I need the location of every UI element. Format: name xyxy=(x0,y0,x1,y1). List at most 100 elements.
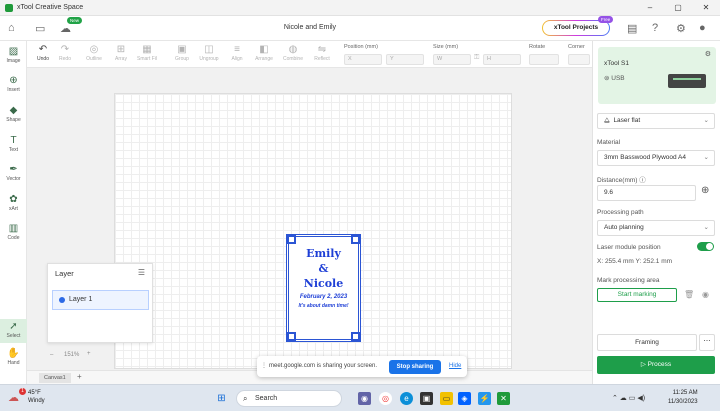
usb-icon: ⊚ xyxy=(604,75,610,82)
app-logo-icon xyxy=(5,3,13,12)
arrange-button[interactable]: ◧ Arrange xyxy=(252,44,276,62)
device-image xyxy=(668,74,706,88)
stop-sharing-button[interactable]: Stop sharing xyxy=(389,360,441,374)
start-marking-button[interactable]: Start marking xyxy=(597,288,677,302)
corner-input[interactable] xyxy=(568,54,590,65)
layer-menu-icon[interactable]: ☰ xyxy=(138,268,145,277)
tool-vector[interactable]: ✒ Vector xyxy=(0,164,27,182)
combine-button[interactable]: ◍ Combine xyxy=(281,44,305,62)
insert-icon: ⊕ xyxy=(9,75,18,86)
share-message: meet.google.com is sharing your screen. xyxy=(269,363,378,369)
size-h-input[interactable]: H xyxy=(483,54,521,65)
layer-row[interactable]: Layer 1 xyxy=(52,290,149,310)
tool-code[interactable]: ▥ Code xyxy=(0,223,27,241)
redo-button[interactable]: ↷ Redo xyxy=(53,44,77,62)
pen-icon: ✒ xyxy=(9,164,18,175)
image-icon: ▨ xyxy=(8,46,19,57)
rotate-input[interactable] xyxy=(529,54,559,65)
weather-widget[interactable]: 45°F Windy xyxy=(28,389,45,405)
eye-icon[interactable]: ◉ xyxy=(702,290,709,299)
media-icon[interactable]: ▣ xyxy=(420,392,433,405)
group-icon: ▣ xyxy=(177,44,187,55)
material-select[interactable]: 3mm Basswood Plywood A4 ⌄ xyxy=(597,150,715,166)
size-w-input[interactable]: W xyxy=(433,54,471,65)
more-options-button[interactable]: ⋯ xyxy=(699,334,715,351)
settings-icon[interactable]: ⚙ xyxy=(676,22,686,35)
screen-share-bar: ⋮ meet.google.com is sharing your screen… xyxy=(257,356,467,377)
tool-hand[interactable]: ✋ Hand xyxy=(0,348,27,366)
array-button[interactable]: ⊞ Array xyxy=(109,44,133,62)
tool-xart[interactable]: ✿ xArt xyxy=(0,194,27,212)
close-window-button[interactable]: ✕ xyxy=(692,0,720,16)
taskbar-search[interactable]: ⌕ Search xyxy=(236,390,342,407)
framing-button[interactable]: Framing xyxy=(597,334,697,351)
device-settings-icon[interactable]: ⚙ xyxy=(705,50,711,58)
app-icon[interactable]: ⚡ xyxy=(478,392,491,405)
reflect-button[interactable]: ⇋ Reflect xyxy=(310,44,334,62)
process-button[interactable]: ▷ Process xyxy=(597,356,715,374)
tab-canvas1[interactable]: Canvas1 xyxy=(39,373,71,383)
design-date: February 2, 2023 xyxy=(299,294,348,300)
processing-path-select[interactable]: Auto planning ⌄ xyxy=(597,220,715,236)
measure-crosshair-icon[interactable]: ⊕ xyxy=(701,185,709,196)
cursor-icon: ➚ xyxy=(9,321,18,332)
file-explorer-icon[interactable]: ▭ xyxy=(440,392,453,405)
lock-ratio-icon[interactable]: ⚿ xyxy=(474,54,479,62)
xtool-taskbar-icon[interactable]: ✕ xyxy=(497,392,510,405)
position-x-input[interactable]: X xyxy=(344,54,382,65)
tool-select[interactable]: ➚ Select xyxy=(0,319,27,343)
weather-icon[interactable]: ☁ xyxy=(8,391,19,404)
module-position-toggle[interactable] xyxy=(697,242,714,251)
drag-handle-icon[interactable]: ⋮ xyxy=(261,362,267,369)
teams-icon[interactable]: ◉ xyxy=(358,392,371,405)
undo-button[interactable]: ↶ Undo xyxy=(31,44,55,62)
minimize-button[interactable]: – xyxy=(636,0,664,16)
smart-fill-button[interactable]: ▦ Smart Fil xyxy=(135,44,159,62)
group-button[interactable]: ▣ Group xyxy=(170,44,194,62)
tool-image[interactable]: ▨ Image xyxy=(0,46,27,64)
corner-ornament xyxy=(286,332,296,342)
info-icon[interactable]: ⓘ xyxy=(639,177,646,184)
chevron-down-icon: ⌄ xyxy=(703,154,709,161)
zoom-out-button[interactable]: – xyxy=(50,352,53,358)
help-icon[interactable]: ? xyxy=(652,22,658,34)
align-button[interactable]: ≡ Align xyxy=(225,44,249,62)
tool-text[interactable]: T Text xyxy=(0,135,27,153)
position-y-input[interactable]: Y xyxy=(386,54,424,65)
layer-panel: Layer ☰ Layer 1 xyxy=(47,263,153,343)
avatar-icon[interactable]: ● xyxy=(699,22,706,34)
windows-start-icon[interactable]: ⊞ xyxy=(215,392,228,405)
taskbar-clock[interactable]: 11:25 AM 11/30/2023 xyxy=(668,389,698,407)
zoom-in-button[interactable]: + xyxy=(87,351,91,357)
ungroup-button[interactable]: ◫ Ungroup xyxy=(197,44,221,62)
device-card[interactable]: xTool S1 ⊚ USB ⚙ xyxy=(598,47,716,104)
add-canvas-button[interactable]: + xyxy=(77,372,82,381)
engraving-design[interactable]: Emily & Nicole February 2, 2023 It's abo… xyxy=(286,234,361,342)
distance-input[interactable]: 9.6 xyxy=(597,185,696,201)
layer-name: Layer 1 xyxy=(69,296,93,303)
chrome-icon[interactable]: ◎ xyxy=(379,392,392,405)
tool-insert[interactable]: ⊕ Insert xyxy=(0,75,27,93)
trash-icon[interactable]: 🗑 xyxy=(684,290,694,299)
outline-button[interactable]: ◎ Outline xyxy=(82,44,106,62)
window-title: xTool Creative Space xyxy=(17,4,84,11)
corner-ornament xyxy=(351,234,361,244)
corner-ornament xyxy=(286,234,296,244)
maximize-button[interactable]: ▢ xyxy=(664,0,692,16)
edit-toolbar: ↶ Undo ↷ Redo ◎ Outline ⊞ Array ▦ Smart Fil ▣… xyxy=(27,41,592,68)
processing-mode-select[interactable]: ⧋ Laser flat ⌄ xyxy=(597,113,715,129)
edge-icon[interactable]: e xyxy=(400,392,413,405)
layer-radio-icon[interactable] xyxy=(59,297,65,303)
zoom-level: 151% xyxy=(64,352,80,358)
outline-icon: ◎ xyxy=(89,44,99,55)
hide-link[interactable]: Hide xyxy=(449,363,461,369)
dropbox-icon[interactable]: ◈ xyxy=(458,392,471,405)
notification-badge: 1 xyxy=(19,388,26,395)
layer-panel-title: Layer xyxy=(55,269,74,278)
document-title[interactable]: Nicole and Emily xyxy=(0,24,620,31)
position-label: Position (mm) xyxy=(344,44,378,50)
material-label: Material xyxy=(597,139,621,146)
clipboard-icon[interactable]: ▤ xyxy=(627,22,637,35)
tool-shape[interactable]: ◆ Shape xyxy=(0,105,27,123)
system-tray-icons[interactable]: ⌃ ☁ ▭ ◀) xyxy=(612,394,645,402)
